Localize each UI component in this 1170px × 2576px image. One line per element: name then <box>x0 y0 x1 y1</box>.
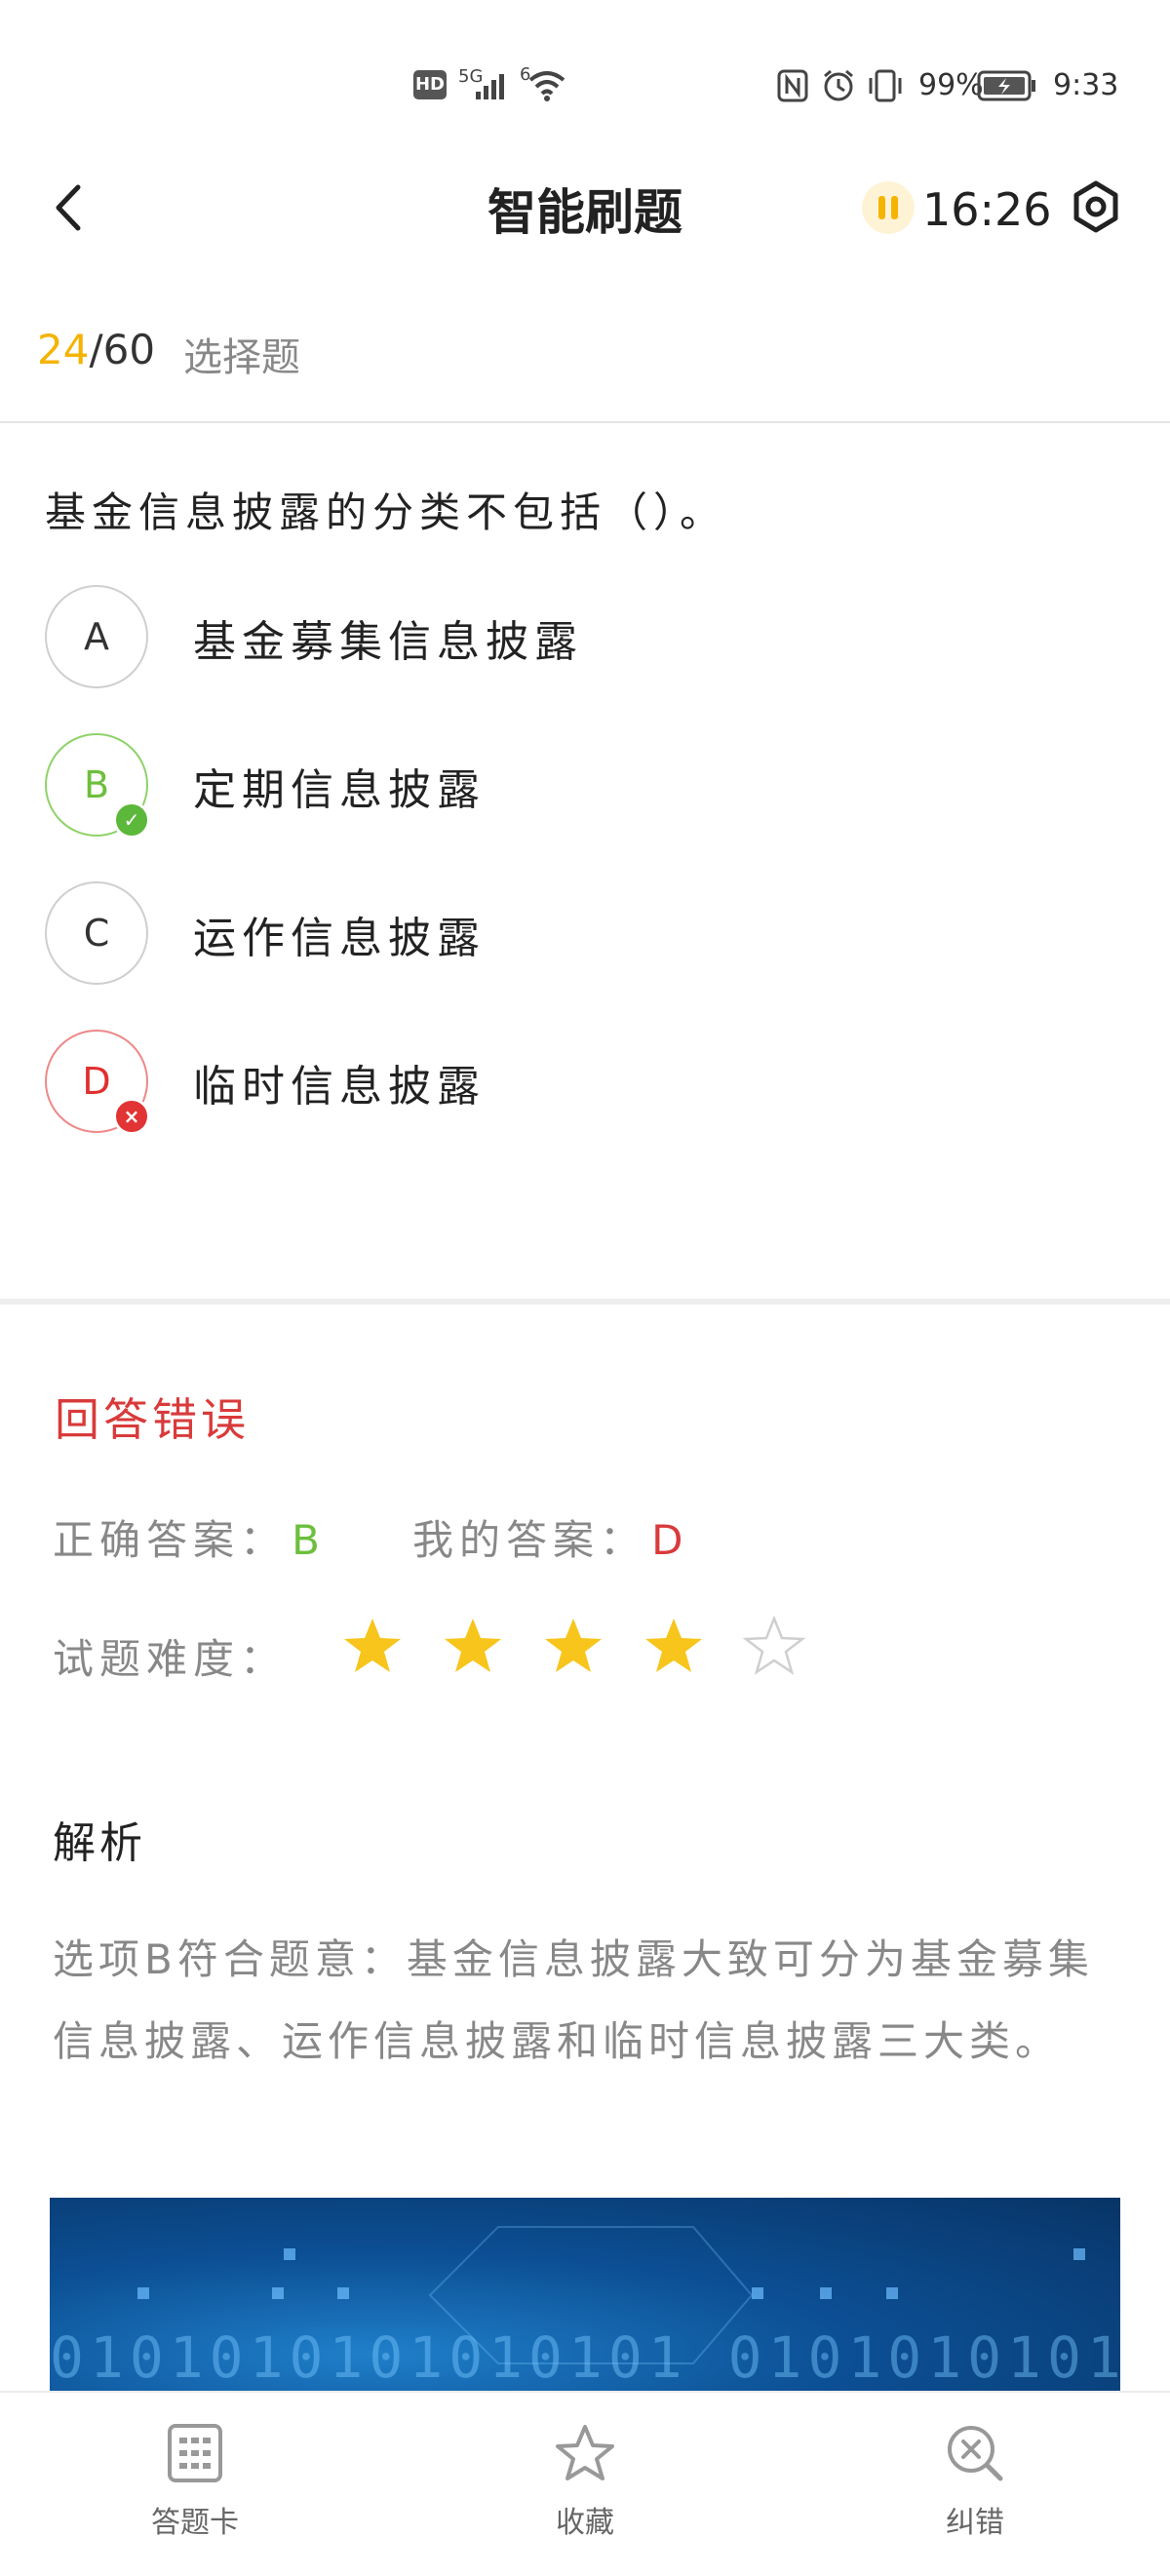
section-divider <box>0 1299 1170 1305</box>
star-filled-icon <box>645 1619 702 1672</box>
pause-timer-button[interactable] <box>862 181 915 234</box>
star-filled-icon <box>445 1619 501 1672</box>
divider <box>0 421 1170 423</box>
wifi-icon <box>528 71 566 101</box>
error-report-icon <box>948 2426 1003 2481</box>
star-filled-icon <box>545 1619 602 1672</box>
nfc-icon <box>777 69 808 102</box>
banner-binary-text: 0101010101010101 0101010101010101 <box>50 2324 1120 2391</box>
tab-label: 答题卡 <box>151 2506 239 2540</box>
question-progress: 24/60 <box>37 326 155 373</box>
battery-percent: 99% <box>918 68 984 102</box>
settings-gear-icon[interactable] <box>1069 179 1123 234</box>
question-text: 基金信息披露的分类不包括（）。 <box>45 488 727 536</box>
vibrate-icon <box>869 69 902 102</box>
tab-label: 收藏 <box>556 2506 614 2540</box>
status-bar: HD 5G 6 99% 9:33 <box>0 0 1170 137</box>
total-questions: /60 <box>89 326 156 373</box>
bottom-nav: 答题卡 收藏 纠错 <box>0 2391 1170 2576</box>
option-a[interactable]: A 基金募集信息披露 <box>45 585 1117 692</box>
alarm-icon <box>824 69 853 101</box>
tab-answer-card[interactable]: 答题卡 <box>98 2422 292 2541</box>
current-question-number: 24 <box>37 326 90 373</box>
option-letter: A <box>45 585 148 688</box>
option-b[interactable]: B ✓ 定期信息披露 <box>45 733 1117 840</box>
timer: 16:26 <box>922 183 1052 236</box>
cellular-signal-icon <box>476 74 504 99</box>
result-status: 回答错误 <box>55 1393 250 1446</box>
answer-row: 正确答案： B 我的答案： D <box>53 1507 682 1567</box>
option-letter: C <box>45 881 148 985</box>
correct-check-icon: ✓ <box>113 801 150 839</box>
option-c[interactable]: C 运作信息披露 <box>45 881 1117 989</box>
analysis-title: 解析 <box>53 1818 146 1868</box>
wrong-x-icon: × <box>113 1098 150 1135</box>
analysis-text: 选项B符合题意：基金信息披露大致可分为基金募集信息披露、运作信息披露和临时信息披… <box>53 1935 1094 2065</box>
star-outline-icon <box>556 2425 614 2480</box>
option-label: 运作信息披露 <box>193 914 486 963</box>
clock: 9:33 <box>1053 68 1119 102</box>
promo-banner-image[interactable]: 0101010101010101 0101010101010101 <box>50 2198 1120 2393</box>
option-label: 基金募集信息披露 <box>193 617 583 667</box>
correct-answer-value: B <box>292 1516 320 1564</box>
option-label: 定期信息披露 <box>193 765 486 815</box>
battery-charging-icon <box>977 70 1035 101</box>
pause-icon <box>878 196 885 219</box>
tab-report-error[interactable]: 纠错 <box>878 2422 1072 2541</box>
option-d[interactable]: D × 临时信息披露 <box>45 1030 1117 1137</box>
question-type: 选择题 <box>183 335 300 380</box>
correct-answer-label: 正确答案： <box>53 1516 288 1564</box>
my-answer-label: 我的答案： <box>412 1516 647 1564</box>
my-answer-value: D <box>651 1516 683 1564</box>
star-filled-icon <box>344 1619 401 1672</box>
tab-favorite[interactable]: 收藏 <box>488 2422 682 2541</box>
star-empty-icon <box>743 1615 805 1675</box>
hd-badge: HD <box>413 70 447 99</box>
difficulty-label: 试题难度： <box>53 1635 288 1683</box>
option-label: 临时信息披露 <box>193 1062 486 1112</box>
answer-card-icon <box>168 2424 222 2482</box>
tab-label: 纠错 <box>946 2506 1004 2540</box>
